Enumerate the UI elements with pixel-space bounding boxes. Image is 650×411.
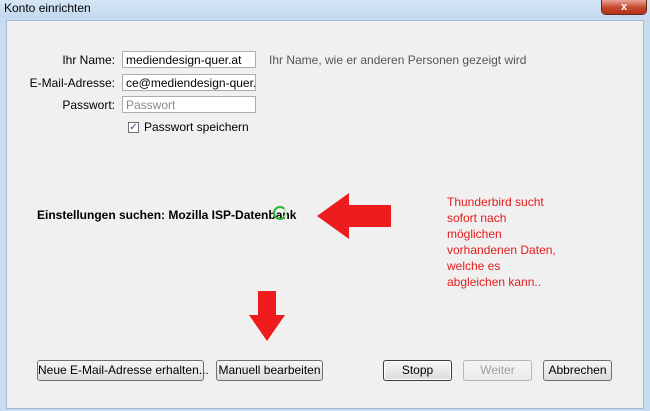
name-field[interactable]: mediendesign-quer.at <box>122 51 256 68</box>
left-arrow-icon <box>317 193 391 239</box>
continue-button[interactable]: Weiter <box>463 360 532 381</box>
password-field[interactable]: Passwort <box>122 96 256 113</box>
cancel-button[interactable]: Abbrechen <box>543 360 612 381</box>
email-field[interactable]: ce@mediendesign-quer.at <box>122 74 256 91</box>
password-label: Passwort: <box>62 98 115 112</box>
window-close-button[interactable]: x <box>601 0 647 15</box>
save-password-label[interactable]: Passwort speichern <box>144 120 249 134</box>
account-setup-dialog: Ihr Name: mediendesign-quer.at Ihr Name,… <box>6 20 644 409</box>
email-label: E-Mail-Adresse: <box>29 76 115 90</box>
status-text: Einstellungen suchen: Mozilla ISP-Datenb… <box>37 208 297 222</box>
name-label: Ihr Name: <box>62 53 115 67</box>
title-bar: Konto einrichten x <box>0 0 650 18</box>
annotation-text: Thunderbird sucht sofort nach möglichen … <box>447 195 556 289</box>
stop-button[interactable]: Stopp <box>383 360 452 381</box>
name-hint: Ihr Name, wie er anderen Personen gezeig… <box>269 53 527 67</box>
window-title: Konto einrichten <box>4 1 91 15</box>
loading-spinner-icon <box>273 206 287 220</box>
save-password-checkbox[interactable]: ✓ <box>128 122 139 133</box>
down-arrow-icon <box>249 291 285 341</box>
new-email-address-button[interactable]: Neue E-Mail-Adresse erhalten... <box>37 360 209 381</box>
manual-edit-button[interactable]: Manuell bearbeiten <box>216 360 323 381</box>
